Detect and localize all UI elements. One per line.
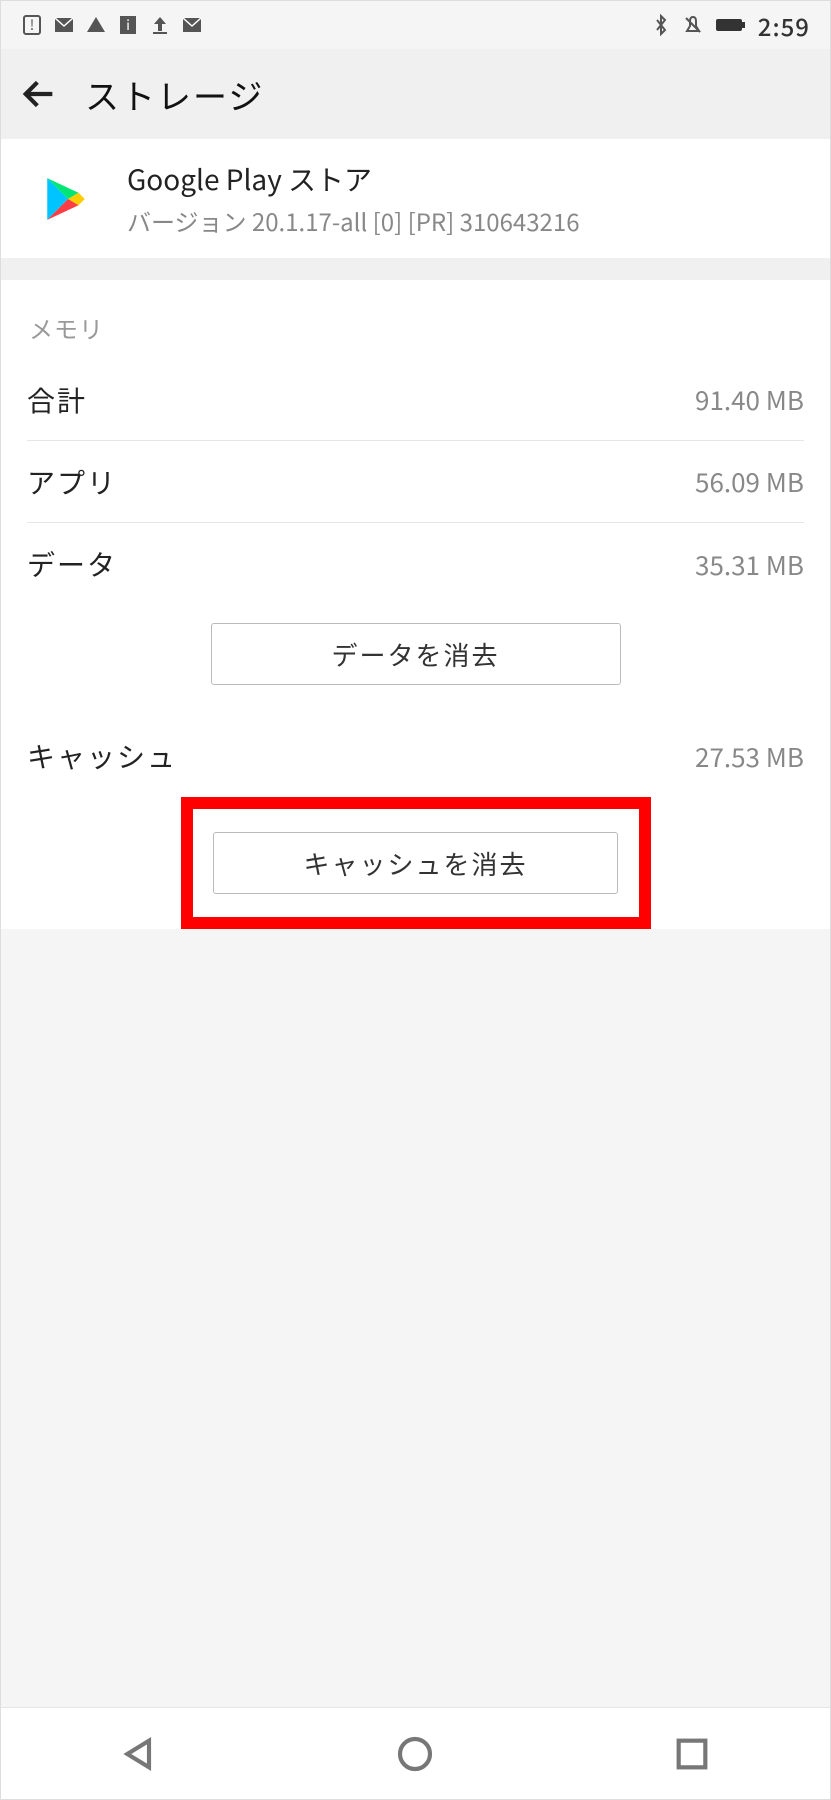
row-total-label: 合計 — [27, 380, 87, 420]
row-cache: キャッシュ 27.53 MB — [27, 715, 804, 797]
row-app-value: 56.09 MB — [695, 463, 804, 500]
drive-icon — [85, 14, 107, 36]
nav-recents-icon[interactable] — [672, 1734, 712, 1774]
mute-icon — [682, 14, 704, 36]
app-version: バージョン 20.1.17-all [0] [PR] 310643216 — [127, 203, 580, 238]
battery-icon — [714, 14, 748, 36]
row-app-label: アプリ — [27, 462, 117, 502]
title-bar: ストレージ — [1, 49, 830, 139]
row-data-label: データ — [27, 544, 117, 584]
row-cache-value: 27.53 MB — [695, 738, 804, 775]
memory-section-label: メモリ — [27, 280, 804, 359]
clear-data-button[interactable]: データを消去 — [211, 623, 621, 685]
warning-icon: ! — [21, 14, 43, 36]
nav-home-icon[interactable] — [395, 1734, 435, 1774]
row-app: アプリ 56.09 MB — [27, 441, 804, 523]
page-title: ストレージ — [85, 70, 264, 119]
navigation-bar — [1, 1707, 830, 1799]
app-name: Google Play ストア — [127, 159, 580, 199]
row-total-value: 91.40 MB — [695, 381, 804, 418]
nav-back-icon[interactable] — [119, 1734, 159, 1774]
svg-text:!: ! — [30, 15, 35, 35]
storage-details: メモリ 合計 91.40 MB アプリ 56.09 MB データ 35.31 M… — [1, 280, 830, 929]
clear-cache-button[interactable]: キャッシュを消去 — [213, 832, 618, 894]
row-total: 合計 91.40 MB — [27, 359, 804, 441]
row-data-value: 35.31 MB — [695, 546, 804, 583]
svg-text:i: i — [126, 15, 130, 35]
info-icon: i — [117, 14, 139, 36]
highlight-annotation: キャッシュを消去 — [181, 797, 651, 929]
section-divider — [1, 258, 830, 280]
app-info-header: Google Play ストア バージョン 20.1.17-all [0] [P… — [1, 139, 830, 258]
play-store-icon — [41, 174, 91, 224]
status-bar: ! i 2:59 — [1, 1, 830, 49]
back-arrow-icon[interactable] — [19, 74, 59, 114]
mail-icon — [53, 14, 75, 36]
row-cache-label: キャッシュ — [27, 736, 177, 776]
row-data: データ 35.31 MB — [27, 523, 804, 605]
mail-icon-2 — [181, 14, 203, 36]
upload-icon — [149, 14, 171, 36]
status-clock: 2:59 — [758, 8, 810, 43]
statusbar-right-icons: 2:59 — [650, 8, 810, 43]
statusbar-left-icons: ! i — [21, 14, 203, 36]
bluetooth-icon — [650, 14, 672, 36]
